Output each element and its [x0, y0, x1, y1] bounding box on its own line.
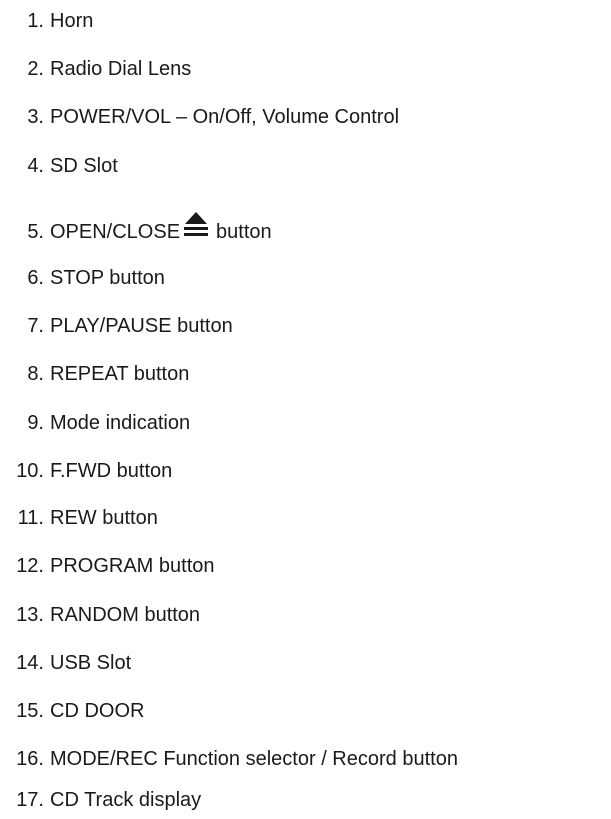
item-number: 10.	[16, 460, 44, 482]
list-item: 4. SD Slot	[0, 151, 118, 181]
list-item: 8. REPEAT button	[0, 359, 189, 389]
list-item: 10. F.FWD button	[0, 456, 172, 486]
item-label: Horn	[50, 10, 94, 32]
item-label: USB Slot	[50, 652, 132, 674]
item-number: 9.	[27, 412, 44, 434]
item-label: MODE/REC Function selector / Record butt…	[50, 748, 458, 770]
item-label: REPEAT button	[50, 363, 190, 385]
item-number: 14.	[16, 652, 44, 674]
item-label: STOP button	[50, 267, 165, 289]
list-item: 13. RANDOM button	[0, 600, 200, 630]
item-label: POWER/VOL – On/Off, Volume Control	[50, 106, 400, 128]
item-suffix: button	[216, 221, 272, 243]
list-item: 7. PLAY/PAUSE button	[0, 311, 233, 341]
item-number: 4.	[27, 155, 44, 177]
item-number: 1.	[27, 10, 44, 32]
list-item: 3. POWER/VOL – On/Off, Volume Control	[0, 102, 399, 132]
eject-icon	[184, 212, 209, 240]
item-number: 13.	[16, 604, 44, 626]
item-label: Mode indication	[50, 412, 191, 434]
item-label: OPEN/CLOSE	[50, 221, 181, 243]
item-label: SD Slot	[50, 155, 118, 177]
item-number: 2.	[27, 58, 44, 80]
item-number: 16.	[16, 748, 44, 770]
item-label: CD DOOR	[50, 700, 145, 722]
list-item: 9. Mode indication	[0, 408, 190, 438]
list-item: 6. STOP button	[0, 263, 165, 293]
item-number: 3.	[27, 106, 44, 128]
item-number: 15.	[16, 700, 44, 722]
item-number: 8.	[27, 363, 44, 385]
list-item: 5. OPEN/CLOSE button	[0, 212, 272, 247]
item-label: RANDOM button	[50, 604, 201, 626]
list-item: 16. MODE/REC Function selector / Record b…	[0, 744, 458, 774]
item-label: PLAY/PAUSE button	[50, 315, 233, 337]
item-number: 12.	[16, 555, 44, 577]
item-label: CD Track display	[50, 789, 202, 811]
item-number: 7.	[27, 315, 44, 337]
list-item: 15. CD DOOR	[0, 696, 144, 726]
list-item: 1. Horn	[0, 6, 93, 36]
list-item: 11. REW button	[0, 503, 158, 533]
list-item: 14. USB Slot	[0, 648, 131, 678]
item-label: PROGRAM button	[50, 555, 215, 577]
list-item: 12. PROGRAM button	[0, 551, 215, 581]
item-number: 11.	[17, 507, 44, 529]
item-number: 5.	[27, 221, 44, 243]
item-label: REW button	[50, 507, 158, 529]
item-number: 6.	[27, 267, 44, 289]
item-number: 17.	[16, 789, 44, 811]
item-label: Radio Dial Lens	[50, 58, 192, 80]
list-item: 17. CD Track display	[0, 785, 201, 815]
item-label: F.FWD button	[50, 460, 173, 482]
list-item: 2. Radio Dial Lens	[0, 54, 191, 84]
